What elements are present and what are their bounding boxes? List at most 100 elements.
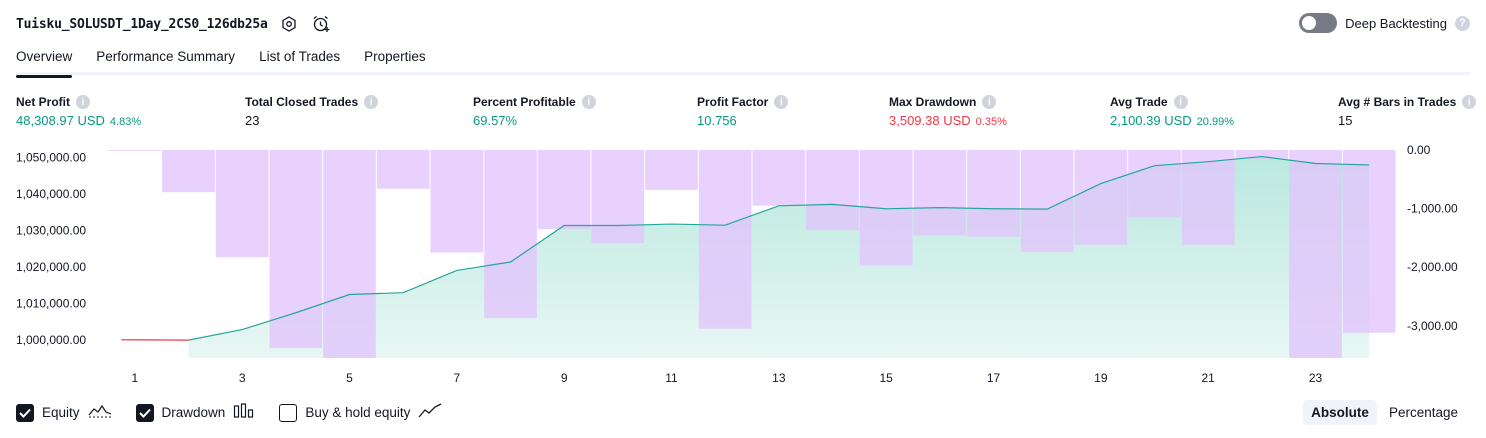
legend-drawdown[interactable]: Drawdown bbox=[135, 403, 256, 422]
buy-hold-checkbox[interactable] bbox=[279, 403, 298, 422]
metric-label: Avg Trade bbox=[1110, 95, 1168, 109]
drawdown-bar bbox=[215, 150, 269, 258]
buy-hold-line-icon bbox=[418, 403, 442, 422]
metric-max-drawdown: Max Drawdown i 3,509.38 USD 0.35% bbox=[889, 94, 1007, 128]
metric-value: 3,509.38 USD bbox=[889, 113, 971, 128]
x-axis-tick-label: 9 bbox=[561, 371, 568, 385]
metric-label: Percent Profitable bbox=[473, 95, 576, 109]
strategy-title: Tuisku_SOLUSDT_1Day_2CS0_126db25a bbox=[16, 16, 268, 32]
metric-value: 48,308.97 USD bbox=[16, 113, 105, 128]
x-axis-tick-label: 17 bbox=[987, 371, 1001, 385]
drawdown-bar bbox=[323, 150, 376, 358]
x-axis-tick-label: 1 bbox=[131, 371, 138, 385]
scale-mode: Absolute Percentage bbox=[1303, 400, 1466, 425]
drawdown-bar bbox=[591, 150, 645, 244]
tab-list-of-trades[interactable]: List of Trades bbox=[259, 44, 340, 75]
equity-checkbox[interactable] bbox=[16, 403, 34, 422]
metric-value: 69.57% bbox=[473, 113, 518, 128]
deep-backtesting: Deep Backtesting ? bbox=[1299, 13, 1470, 33]
left-axis: 1,050,000.00 1,040,000.00 1,030,000.00 1,02… bbox=[16, 150, 86, 346]
help-icon[interactable]: ? bbox=[1455, 15, 1470, 31]
legend-label: Equity bbox=[42, 405, 80, 420]
right-axis: 0.00 -1,000.00 -2,000.00 -3,000.00 bbox=[1407, 143, 1458, 333]
info-icon[interactable]: i bbox=[982, 95, 997, 109]
left-axis-tick-label: 1,020,000.00 bbox=[16, 260, 86, 274]
metric-label: Avg # Bars in Trades bbox=[1338, 95, 1457, 109]
x-axis-tick-label: 13 bbox=[772, 371, 786, 385]
metric-label: Net Profit bbox=[16, 95, 70, 109]
deep-backtesting-label: Deep Backtesting bbox=[1345, 15, 1447, 31]
drawdown-bar bbox=[1128, 150, 1181, 218]
x-axis-tick-label: 3 bbox=[239, 371, 246, 385]
legend-buy-hold-equity[interactable]: Buy & hold equity bbox=[279, 403, 442, 422]
x-axis-tick-label: 15 bbox=[879, 371, 893, 385]
metric-percent: 0.35% bbox=[975, 116, 1007, 128]
drawdown-bar bbox=[537, 150, 591, 230]
add-alert-icon[interactable] bbox=[310, 13, 332, 35]
settings-icon[interactable] bbox=[278, 13, 300, 35]
info-icon[interactable]: i bbox=[1173, 95, 1188, 109]
drawdown-bar bbox=[376, 150, 430, 189]
legend-label: Drawdown bbox=[161, 405, 226, 420]
left-axis-tick-label: 1,050,000.00 bbox=[16, 150, 86, 164]
drawdown-checkbox[interactable] bbox=[135, 403, 154, 422]
x-axis-tick-label: 5 bbox=[346, 371, 353, 385]
metric-value: 10.756 bbox=[697, 113, 737, 128]
metric-label: Total Closed Trades bbox=[245, 95, 359, 109]
drawdown-bar bbox=[645, 150, 698, 190]
equity-drawdown-chart[interactable]: 1,050,000.00 1,040,000.00 1,030,000.00 1,02… bbox=[0, 140, 1486, 395]
metric-value: 23 bbox=[245, 113, 260, 128]
tab-performance-summary[interactable]: Performance Summary bbox=[96, 44, 235, 75]
x-axis-tick-label: 19 bbox=[1094, 371, 1108, 385]
metric-label: Profit Factor bbox=[697, 95, 769, 109]
strategy-header: Tuisku_SOLUSDT_1Day_2CS0_126db25a bbox=[16, 12, 332, 36]
left-axis-tick-label: 1,040,000.00 bbox=[16, 187, 86, 201]
chart-legend: Equity Drawdown Buy & hold equity bbox=[16, 403, 442, 422]
drawdown-bars-icon bbox=[233, 403, 255, 422]
legend-equity[interactable]: Equity bbox=[16, 403, 112, 422]
equity-line-icon bbox=[88, 403, 112, 422]
right-axis-tick-label: -2,000.00 bbox=[1407, 260, 1458, 274]
report-tabs: Overview Performance Summary List of Tra… bbox=[16, 44, 1470, 78]
drawdown-bar bbox=[430, 150, 484, 253]
deep-backtesting-toggle[interactable] bbox=[1299, 13, 1338, 33]
x-axis: 1 3 5 7 9 11 13 15 17 19 21 23 bbox=[131, 371, 1322, 385]
info-icon[interactable]: i bbox=[364, 95, 379, 109]
drawdown-bar bbox=[752, 150, 806, 206]
info-icon[interactable]: i bbox=[774, 95, 789, 109]
info-icon[interactable]: i bbox=[1462, 95, 1477, 109]
x-axis-tick-label: 23 bbox=[1309, 371, 1323, 385]
info-icon[interactable]: i bbox=[76, 95, 90, 109]
left-axis-tick-label: 1,010,000.00 bbox=[16, 296, 86, 310]
drawdown-bar bbox=[162, 150, 215, 193]
x-axis-tick-label: 7 bbox=[453, 371, 460, 385]
drawdown-bar bbox=[698, 150, 752, 329]
metric-avg-bars-in-trades: Avg # Bars in Trades i 15 bbox=[1338, 94, 1477, 128]
metric-profit-factor: Profit Factor i 10.756 bbox=[697, 94, 789, 128]
percentage-button[interactable]: Percentage bbox=[1381, 400, 1466, 425]
metric-total-closed-trades: Total Closed Trades i 23 bbox=[245, 94, 379, 128]
drawdown-bar bbox=[1074, 150, 1128, 245]
metric-percent: 20.99% bbox=[1196, 116, 1234, 128]
drawdown-bar bbox=[967, 150, 1020, 237]
drawdown-bar bbox=[1289, 150, 1342, 358]
metric-percent-profitable: Percent Profitable i 69.57% bbox=[473, 94, 596, 128]
drawdown-bar bbox=[484, 150, 537, 319]
x-axis-tick-label: 11 bbox=[665, 371, 678, 385]
drawdown-bar bbox=[1342, 150, 1396, 333]
legend-label: Buy & hold equity bbox=[305, 405, 411, 420]
left-axis-tick-label: 1,030,000.00 bbox=[16, 223, 86, 237]
tab-properties[interactable]: Properties bbox=[364, 44, 426, 75]
drawdown-bar bbox=[913, 150, 967, 236]
drawdown-bar bbox=[1235, 150, 1289, 159]
metric-percent: 4.83% bbox=[109, 116, 142, 128]
metric-value: 2,100.39 USD bbox=[1110, 113, 1192, 128]
metric-label: Max Drawdown bbox=[889, 95, 977, 109]
drawdown-bar bbox=[108, 150, 162, 151]
metric-avg-trade: Avg Trade i 2,100.39 USD 20.99% bbox=[1110, 94, 1234, 128]
toggle-knob bbox=[1302, 16, 1317, 30]
absolute-button[interactable]: Absolute bbox=[1303, 400, 1377, 425]
tab-overview[interactable]: Overview bbox=[16, 44, 73, 78]
info-icon[interactable]: i bbox=[581, 95, 596, 109]
right-axis-tick-label: -3,000.00 bbox=[1407, 319, 1458, 333]
